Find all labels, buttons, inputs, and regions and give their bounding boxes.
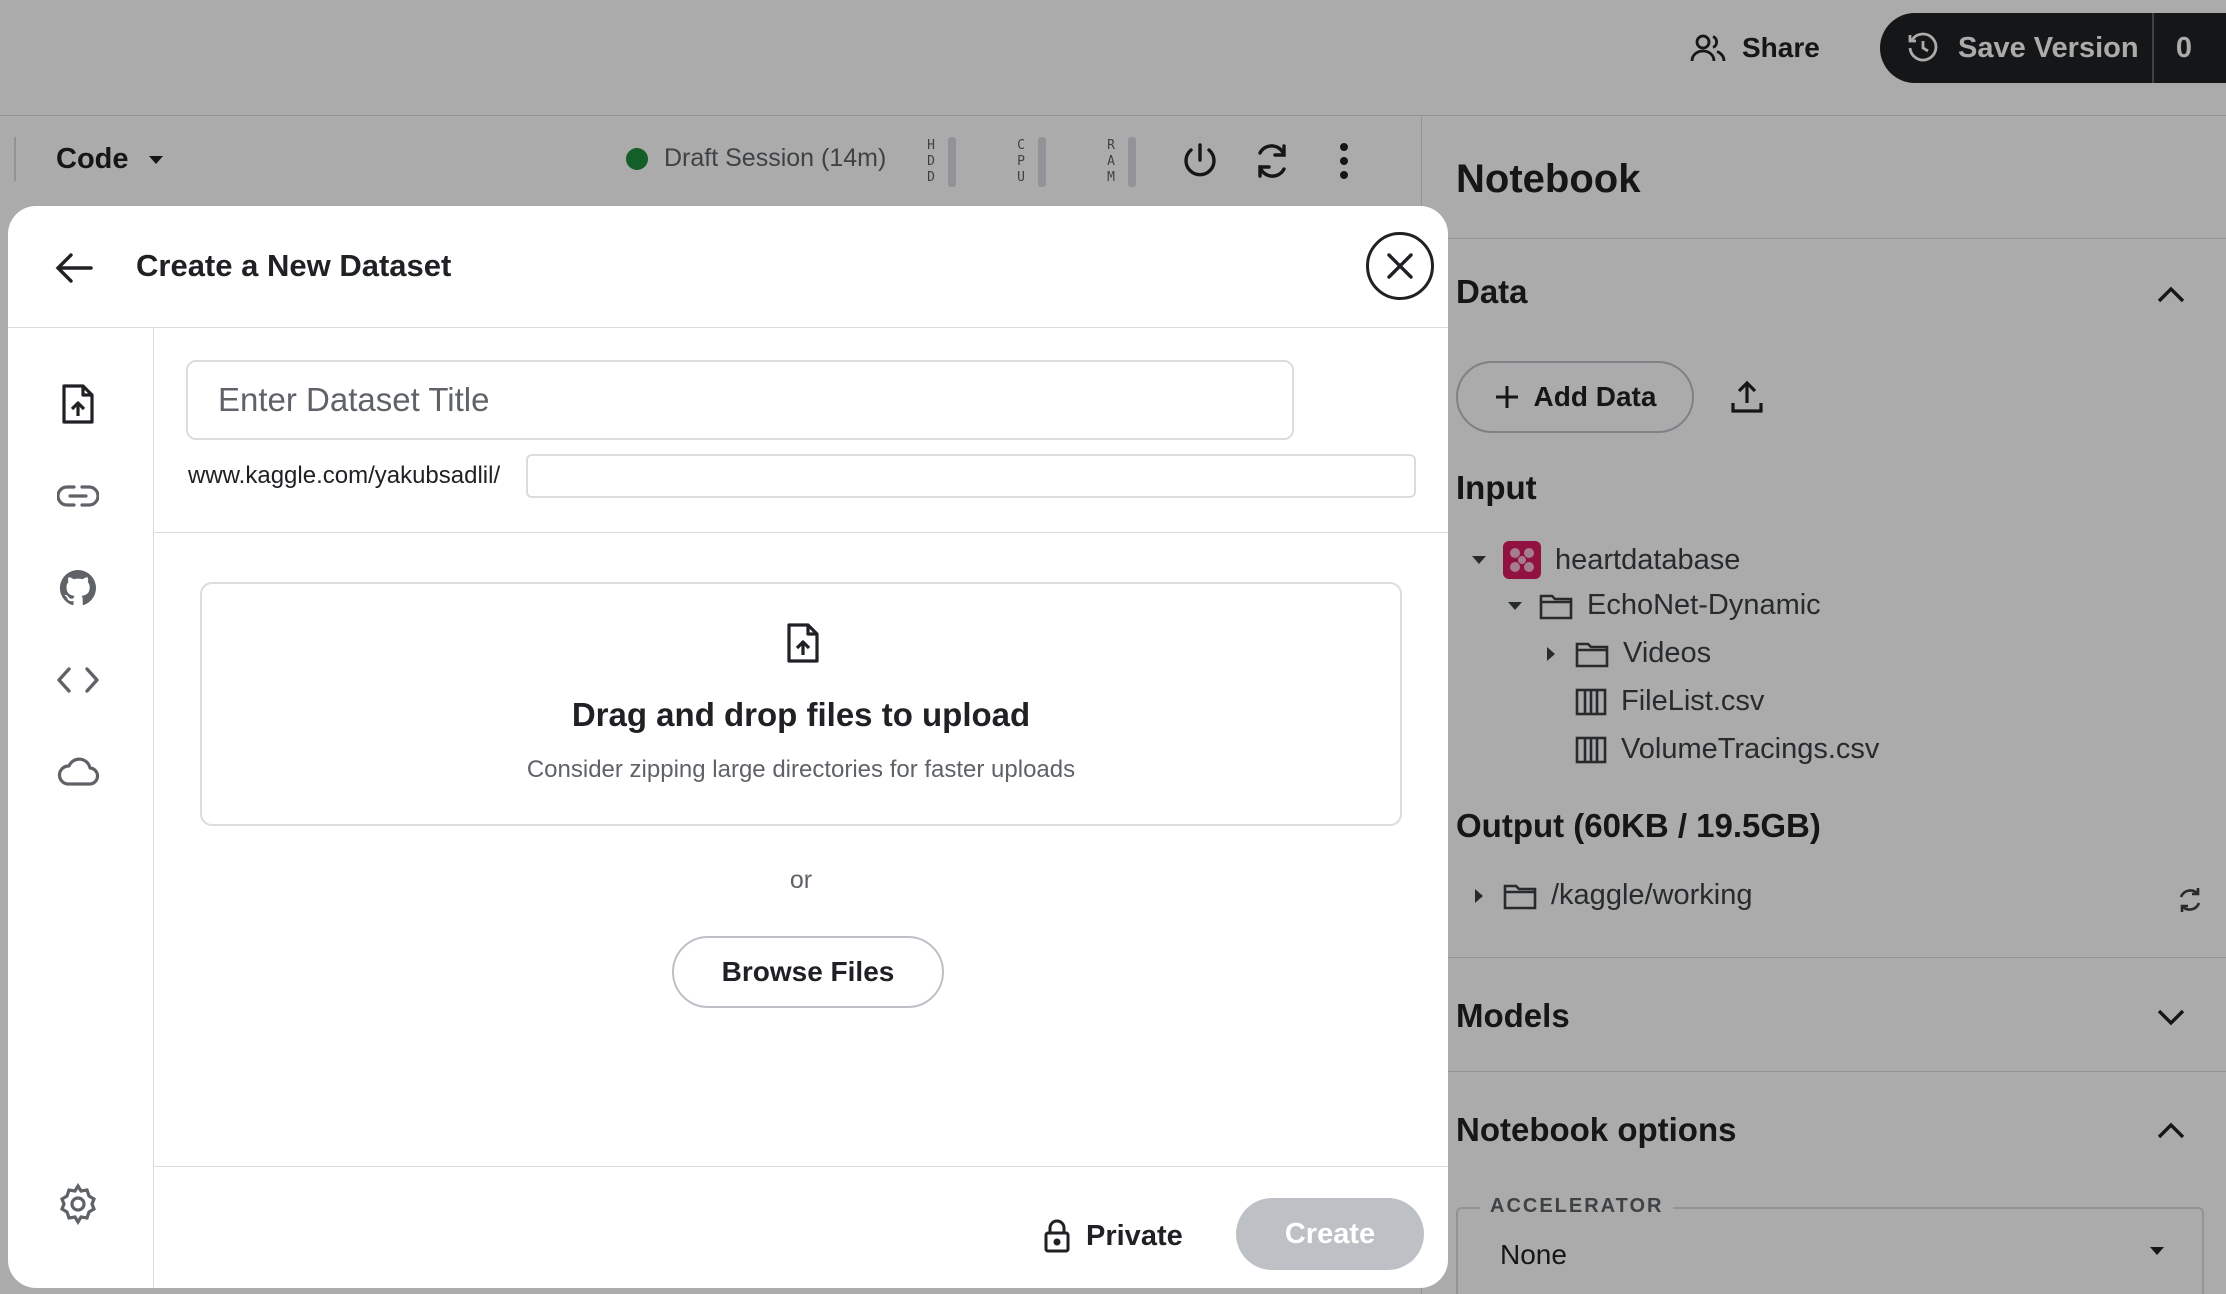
kaggle-notebook-page: Share Save Version 0 Code Draft Session … xyxy=(0,0,2226,1294)
url-prefix: www.kaggle.com/yakubsadlil/ xyxy=(188,462,501,489)
file-upload-icon[interactable] xyxy=(54,380,102,428)
file-upload-icon xyxy=(778,618,828,668)
create-button[interactable]: Create xyxy=(1236,1198,1424,1270)
dataset-source-sidebar xyxy=(8,328,154,1288)
dropzone-subtitle: Consider zipping large directories for f… xyxy=(526,756,1076,783)
dataset-slug-input[interactable] xyxy=(526,454,1416,498)
create-dataset-dialog: Create a New Dataset Enter Dataset Title… xyxy=(8,206,1448,1288)
link-icon[interactable] xyxy=(54,472,102,520)
dataset-form: www.kaggle.com/yakubsadlil/ Drag and dro… xyxy=(154,328,1448,1288)
dropzone-title: Drag and drop files to upload xyxy=(571,696,1031,733)
dataset-title-input[interactable] xyxy=(186,360,1294,440)
dialog-title: Create a New Dataset xyxy=(136,248,452,283)
close-icon[interactable] xyxy=(1366,232,1434,300)
footer-divider xyxy=(154,1166,1448,1167)
or-separator: or xyxy=(789,866,813,894)
code-icon[interactable] xyxy=(54,656,102,704)
file-dropzone[interactable]: Drag and drop files to upload Consider z… xyxy=(200,582,1402,826)
github-icon[interactable] xyxy=(54,564,102,612)
privacy-toggle[interactable]: Private xyxy=(1044,1208,1183,1264)
cloud-icon[interactable] xyxy=(54,748,102,796)
back-arrow-icon[interactable] xyxy=(50,244,98,292)
privacy-label: Private xyxy=(1086,1219,1183,1252)
lock-icon xyxy=(1044,1219,1070,1253)
form-divider xyxy=(154,532,1448,533)
settings-icon[interactable] xyxy=(54,1180,102,1228)
browse-files-button[interactable]: Browse Files xyxy=(672,936,944,1008)
dialog-header: Create a New Dataset xyxy=(8,206,1448,328)
